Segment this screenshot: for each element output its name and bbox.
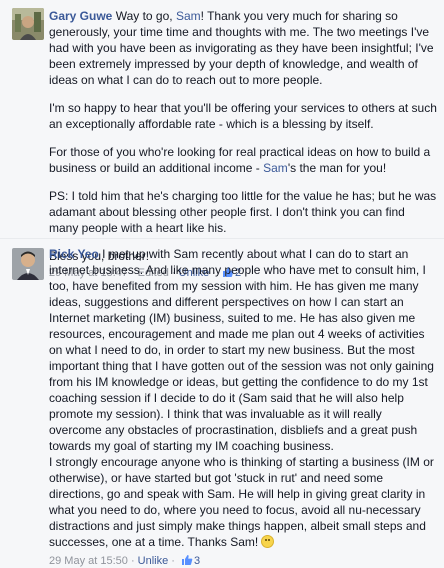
meta-separator: ·: [127, 555, 138, 567]
unlike-button[interactable]: Unlike: [138, 555, 169, 567]
thumbs-up-icon: [182, 555, 193, 565]
comment-paragraph: Gary Guwe Way to go, Sam! Thank you very…: [49, 8, 437, 88]
comment-author[interactable]: Gary Guwe: [49, 9, 112, 23]
like-count[interactable]: 3: [178, 555, 200, 567]
mention-sam[interactable]: Sam: [176, 9, 201, 23]
smile-emoji-icon: [261, 535, 275, 548]
comment-text: I strongly encourage anyone who is think…: [49, 455, 434, 549]
like-count-number: 3: [194, 555, 201, 567]
comment-meta: 29 May at 15:50 · Unlike · 3: [49, 554, 437, 568]
comment-paragraph: For those of you who're looking for real…: [49, 144, 437, 176]
comment-text: 's the man for you!: [287, 161, 387, 175]
comment-timestamp[interactable]: 29 May at 15:50: [49, 555, 128, 567]
comment-text: I met up with Sam recently about what I …: [49, 247, 434, 453]
avatar-rick-yeo[interactable]: [12, 248, 44, 280]
avatar-gary-guwe[interactable]: [12, 8, 44, 40]
comment-body: Gary Guwe Way to go, Sam! Thank you very…: [49, 8, 437, 280]
comment-paragraph: PS: I told him that he's charging too li…: [49, 189, 437, 235]
comment-author[interactable]: Rick Yeo: [49, 247, 99, 261]
comment-paragraph: I strongly encourage anyone who is think…: [49, 454, 437, 550]
meta-separator: ·: [168, 555, 179, 567]
mention-sam[interactable]: Sam: [263, 161, 288, 175]
comment-text: Way to go,: [115, 9, 176, 23]
comment-paragraph: I'm so happy to hear that you'll be offe…: [49, 101, 437, 131]
comment-paragraph: Rick Yeo I met up with Sam recently abou…: [49, 246, 437, 454]
comment-body: Rick Yeo I met up with Sam recently abou…: [49, 246, 437, 568]
comment-divider: [0, 238, 444, 239]
